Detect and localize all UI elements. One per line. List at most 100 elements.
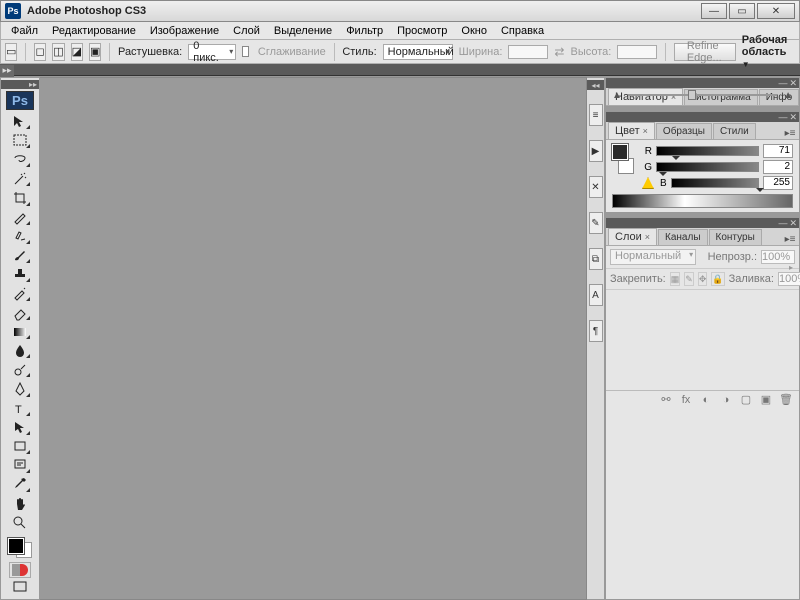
menu-window[interactable]: Окно	[455, 24, 493, 38]
stamp-tool[interactable]	[8, 265, 32, 284]
gradient-tool[interactable]	[8, 322, 32, 341]
selection-new-icon[interactable]: ◻	[34, 43, 46, 61]
feather-value[interactable]: 0 пикс.	[188, 44, 236, 60]
dock-paragraph-icon[interactable]: ¶	[589, 320, 603, 342]
hand-tool[interactable]	[8, 494, 32, 513]
dock-tool-presets-icon[interactable]: ✕	[589, 176, 603, 198]
menu-filter[interactable]: Фильтр	[340, 24, 389, 38]
dock-clone-icon[interactable]: ⧉	[589, 248, 603, 270]
type-tool[interactable]: T	[8, 399, 32, 418]
r-slider[interactable]	[656, 146, 759, 156]
layer-list[interactable]	[606, 290, 799, 390]
dock-character-icon[interactable]: A	[589, 284, 603, 306]
pen-tool[interactable]	[8, 379, 32, 398]
selection-intersect-icon[interactable]: ▣	[89, 43, 101, 61]
dodge-tool[interactable]	[8, 360, 32, 379]
color-ramp[interactable]	[612, 194, 793, 208]
panel-menu-icon[interactable]: ▸≡	[783, 234, 799, 245]
marquee-tool[interactable]	[8, 131, 32, 150]
workspace-dropdown[interactable]: Рабочая область	[742, 34, 795, 70]
zoom-in-icon[interactable]: ▲	[783, 90, 793, 101]
maximize-button[interactable]: ▭	[729, 3, 755, 19]
menu-layer[interactable]: Слой	[227, 24, 266, 38]
panel-close-icon[interactable]: ✕	[789, 219, 797, 227]
quickmask-toggle[interactable]	[9, 562, 31, 578]
zoom-slider[interactable]	[628, 94, 777, 96]
canvas-area[interactable]	[40, 77, 587, 600]
close-button[interactable]: ✕	[757, 3, 795, 19]
dock-actions-icon[interactable]: ▶	[589, 140, 603, 162]
layer-style-icon[interactable]: fx	[679, 394, 693, 406]
menu-help[interactable]: Справка	[495, 24, 550, 38]
refine-edge-button[interactable]: Refine Edge...	[674, 43, 736, 61]
blur-tool[interactable]	[8, 341, 32, 360]
wand-tool[interactable]	[8, 169, 32, 188]
lock-transparent-icon[interactable]: ▦	[670, 272, 681, 286]
adjustment-layer-icon[interactable]: ◑	[719, 394, 733, 406]
selection-subtract-icon[interactable]: ◪	[71, 43, 83, 61]
dock-expand-icon[interactable]: ◂◂	[587, 80, 604, 90]
crop-tool[interactable]	[8, 188, 32, 207]
swap-wh-icon[interactable]: ⇄	[554, 45, 564, 59]
dock-brushes-icon[interactable]: ✎	[589, 212, 603, 234]
shape-tool[interactable]	[8, 437, 32, 456]
antialias-checkbox[interactable]	[242, 46, 249, 57]
dock-history-icon[interactable]: ≡	[589, 104, 603, 126]
b-value[interactable]: 255	[763, 176, 793, 190]
tabstrip-expand-icon[interactable]: ▸▸	[0, 65, 14, 77]
menu-edit[interactable]: Редактирование	[46, 24, 142, 38]
tab-channels[interactable]: Каналы	[658, 229, 708, 245]
style-dropdown[interactable]: Нормальный	[383, 44, 453, 60]
screenmode-toggle[interactable]	[8, 578, 32, 597]
menu-select[interactable]: Выделение	[268, 24, 338, 38]
tab-paths[interactable]: Контуры	[709, 229, 762, 245]
tab-color[interactable]: Цвет×	[608, 122, 655, 139]
lock-all-icon[interactable]: 🔒	[711, 272, 724, 286]
panel-menu-icon[interactable]: ▸≡	[783, 128, 799, 139]
link-layers-icon[interactable]: ⚯	[659, 393, 673, 406]
panel-close-icon[interactable]: ✕	[789, 113, 797, 121]
layer-group-icon[interactable]: ▢	[739, 393, 753, 406]
r-value[interactable]: 71	[763, 144, 793, 158]
move-tool[interactable]	[8, 112, 32, 131]
menu-view[interactable]: Просмотр	[391, 24, 453, 38]
minimize-button[interactable]: —	[701, 3, 727, 19]
heal-tool[interactable]	[8, 227, 32, 246]
zoom-tool[interactable]	[8, 513, 32, 532]
panel-minimize-icon[interactable]: —	[778, 113, 787, 121]
selection-add-icon[interactable]: ◫	[52, 43, 64, 61]
panel-minimize-icon[interactable]: —	[778, 219, 787, 227]
panel-minimize-icon[interactable]: —	[778, 79, 787, 87]
lock-position-icon[interactable]: ✥	[698, 272, 708, 286]
eyedropper-tool[interactable]	[8, 475, 32, 494]
notes-tool[interactable]	[8, 456, 32, 475]
tab-layers[interactable]: Слои×	[608, 228, 657, 245]
panel-close-icon[interactable]: ✕	[789, 79, 797, 87]
tab-styles[interactable]: Стили	[713, 123, 756, 139]
foreground-swatch[interactable]	[8, 538, 24, 554]
tool-preset-icon[interactable]: ▭	[5, 43, 17, 61]
tab-swatches[interactable]: Образцы	[656, 123, 712, 139]
lock-paint-icon[interactable]: ✎	[684, 272, 694, 286]
menu-image[interactable]: Изображение	[144, 24, 225, 38]
history-brush-tool[interactable]	[8, 284, 32, 303]
b-slider[interactable]	[671, 178, 759, 188]
new-layer-icon[interactable]: ▣	[759, 393, 773, 406]
menu-file[interactable]: Файл	[5, 24, 44, 38]
brush-tool[interactable]	[8, 246, 32, 265]
fill-input[interactable]: 100%	[778, 272, 800, 286]
color-swatches[interactable]	[6, 536, 34, 560]
layer-mask-icon[interactable]: ◐	[699, 394, 713, 406]
width-input[interactable]	[508, 45, 548, 59]
opacity-input[interactable]: 100%	[761, 250, 795, 264]
blend-mode-dropdown[interactable]: Нормальный	[610, 249, 696, 265]
delete-layer-icon[interactable]: 🗑	[779, 393, 793, 406]
toolbox-collapse-icon[interactable]: ▸▸	[1, 80, 39, 89]
g-slider[interactable]	[656, 162, 759, 172]
lasso-tool[interactable]	[8, 150, 32, 169]
g-value[interactable]: 2	[763, 160, 793, 174]
zoom-out-icon[interactable]: ▲	[612, 90, 622, 101]
path-select-tool[interactable]	[8, 418, 32, 437]
eraser-tool[interactable]	[8, 303, 32, 322]
gamut-warning-icon[interactable]	[642, 177, 654, 189]
